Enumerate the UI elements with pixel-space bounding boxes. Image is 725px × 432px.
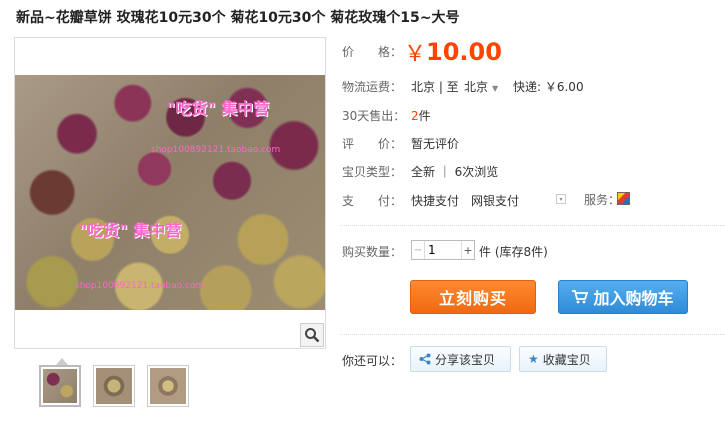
review-label: 评 价： <box>342 137 403 151</box>
divider <box>340 225 725 226</box>
type-value: 全新 ｜ 6次浏览 <box>411 165 499 179</box>
add-to-cart-button[interactable]: 加入购物车 <box>558 280 688 314</box>
sold-count: 2件 <box>411 107 431 124</box>
payment-label: 支 付： <box>342 194 403 208</box>
review-value[interactable]: 暂无评价 <box>411 135 459 152</box>
thumbnail-image <box>150 368 186 404</box>
type-label: 宝贝类型： <box>342 165 403 179</box>
shipping-fee: 快递: ￥6.00 <box>513 80 584 94</box>
product-photo: "吃货" 集中营 shop100892121.taobao.com "吃货" 集… <box>15 75 325 310</box>
magnifier-icon <box>305 328 320 343</box>
watermark-top: "吃货" 集中营 <box>167 99 270 118</box>
service-guarantee-icon[interactable] <box>617 192 630 205</box>
thumbnail-image <box>43 369 77 403</box>
price-currency: ￥ <box>404 42 427 67</box>
sold-value: 2 <box>411 109 419 123</box>
favorite-label: 收藏宝贝 <box>542 352 591 367</box>
sold-label: 30天售出： <box>342 109 406 123</box>
price-value: 10.00 <box>426 38 502 66</box>
thumbnail-strip <box>39 365 189 407</box>
add-to-cart-label: 加入购物车 <box>593 289 674 308</box>
share-label: 分享该宝贝 <box>435 352 496 367</box>
sold-unit: 件 <box>418 109 431 123</box>
shipping-from: 北京 | 至 <box>411 80 459 94</box>
main-product-image-frame[interactable]: "吃货" 集中营 shop100892121.taobao.com "吃货" 集… <box>14 37 326 349</box>
quantity-label: 购买数量： <box>342 245 403 259</box>
quantity-decrement-button[interactable]: − <box>412 241 425 259</box>
buy-now-label: 立刻购买 <box>438 289 507 308</box>
thumbnail-1[interactable] <box>39 365 81 407</box>
price-label: 价 格： <box>342 45 403 59</box>
watermark-bottom: "吃货" 集中营 <box>79 221 182 240</box>
zoom-button[interactable] <box>300 323 324 347</box>
payment-dropdown[interactable]: ▾ <box>556 194 566 204</box>
cart-icon <box>572 290 589 304</box>
price: ￥10.00 <box>404 36 502 68</box>
star-icon: ★ <box>528 352 539 366</box>
quantity-stepper[interactable]: − + <box>411 240 475 260</box>
thumbnail-2[interactable] <box>93 365 135 407</box>
watermark-url-bottom: shop100892121.taobao.com <box>75 281 205 291</box>
quantity-input[interactable] <box>425 241 461 259</box>
thumbnail-image <box>96 368 132 404</box>
service-label: 服务： <box>584 193 621 207</box>
quantity-stock: 件 (库存8件) <box>479 245 548 259</box>
share-button[interactable]: 分享该宝贝 <box>410 346 511 372</box>
quantity-increment-button[interactable]: + <box>461 241 474 259</box>
share-prompt: 你还可以： <box>342 354 403 368</box>
share-icon <box>419 353 431 365</box>
watermark-url-top: shop100892121.taobao.com <box>151 145 281 155</box>
buy-now-button[interactable]: 立刻购买 <box>410 280 536 314</box>
shipping-destination: 北京 <box>464 80 489 94</box>
shipping-label: 物流运费： <box>342 80 403 94</box>
thumbnail-pointer <box>56 358 68 365</box>
payment-methods: 快捷支付 网银支付 <box>411 194 520 208</box>
divider <box>340 334 725 335</box>
thumbnail-3[interactable] <box>147 365 189 407</box>
product-title: 新品~花瓣草饼 玫瑰花10元30个 菊花10元30个 菊花玫瑰个15~大号 <box>16 10 460 26</box>
shipping-destination-dropdown[interactable]: 北京 ▼ <box>464 78 498 95</box>
favorite-button[interactable]: ★ 收藏宝贝 <box>519 346 607 372</box>
chevron-down-icon: ▼ <box>492 84 499 93</box>
